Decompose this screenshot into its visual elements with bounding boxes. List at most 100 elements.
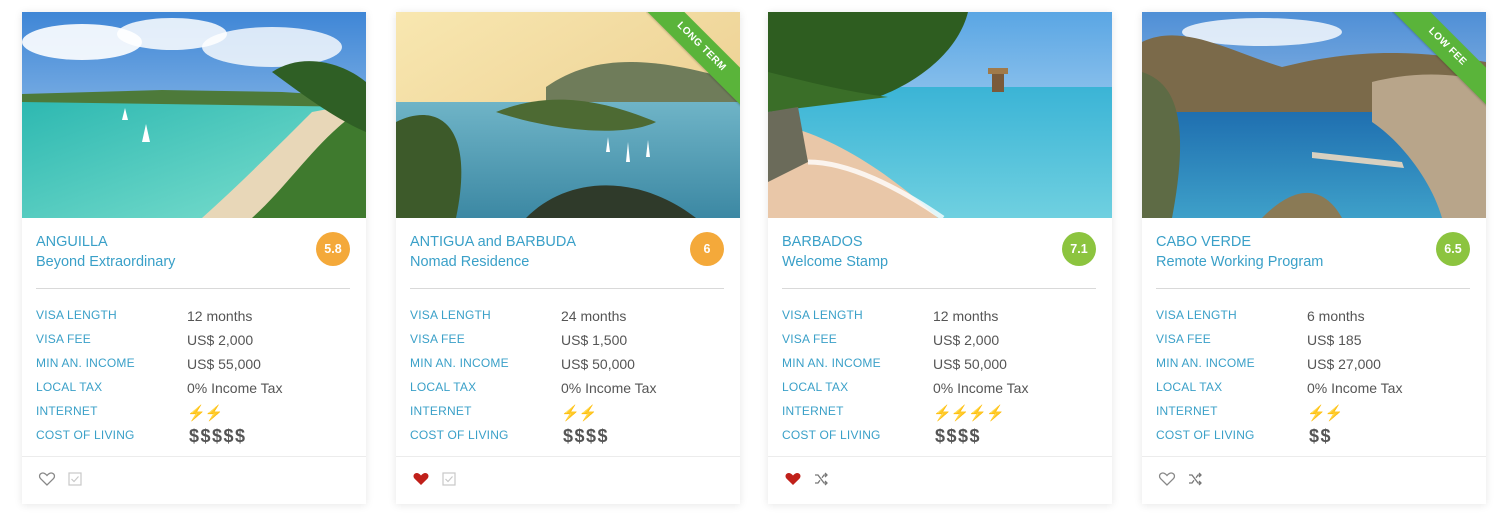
- internet-rating: ⚡⚡: [1307, 405, 1343, 422]
- ribbon: LOW FEE: [1392, 12, 1486, 108]
- country-card-barbados[interactable]: BARBADOS Welcome Stamp 7.1 VISA LENGTH 12…: [768, 12, 1112, 504]
- internet-row: INTERNET ⚡⚡: [1156, 402, 1476, 426]
- ribbon-label: LOW FEE: [1392, 12, 1486, 108]
- program-name[interactable]: Welcome Stamp: [782, 252, 1052, 272]
- internet-row: INTERNET ⚡⚡⚡⚡: [782, 402, 1102, 426]
- program-name[interactable]: Nomad Residence: [410, 252, 680, 272]
- cost-of-living-label: COST OF LIVING: [410, 428, 509, 442]
- heart-filled-icon[interactable]: [412, 470, 430, 488]
- heart-filled-icon[interactable]: [784, 470, 802, 488]
- local-tax-label: LOCAL TAX: [1156, 380, 1223, 394]
- local-tax-value: 0% Income Tax: [187, 380, 283, 396]
- cost-of-living-rating: $$: [1309, 426, 1333, 446]
- visa-length-label: VISA LENGTH: [36, 308, 117, 322]
- visa-length-value: 6 months: [1307, 308, 1365, 324]
- country-card-cabo-verde[interactable]: LOW FEE CABO VERDE Remote Working Progra…: [1142, 12, 1486, 504]
- internet-rating: ⚡⚡: [561, 405, 597, 422]
- internet-row: INTERNET ⚡⚡: [36, 402, 356, 426]
- internet-rating: ⚡⚡⚡⚡: [933, 405, 1005, 422]
- local-tax-label: LOCAL TAX: [410, 380, 477, 394]
- country-name[interactable]: BARBADOS: [782, 232, 1052, 252]
- min-income-label: MIN AN. INCOME: [1156, 356, 1255, 370]
- cost-of-living-rating: $$$$$: [189, 426, 247, 446]
- heart-outline-icon[interactable]: [38, 470, 56, 488]
- card-title-block[interactable]: ANTIGUA and BARBUDA Nomad Residence: [410, 232, 680, 272]
- score-badge: 6: [690, 232, 724, 266]
- heart-outline-icon[interactable]: [1158, 470, 1176, 488]
- local-tax-row: LOCAL TAX 0% Income Tax: [782, 378, 1102, 402]
- visa-length-row: VISA LENGTH 12 months: [782, 306, 1102, 330]
- internet-rating: ⚡⚡: [187, 405, 223, 422]
- divider: [1156, 288, 1470, 289]
- visa-fee-value: US$ 185: [1307, 332, 1362, 348]
- min-income-value: US$ 55,000: [187, 356, 261, 372]
- cost-of-living-label: COST OF LIVING: [1156, 428, 1255, 442]
- divider: [782, 288, 1096, 289]
- visa-details: VISA LENGTH 6 months VISA FEE US$ 185 MIN …: [1156, 306, 1476, 450]
- cost-of-living-row: COST OF LIVING $$$$: [410, 426, 730, 450]
- card-title-block[interactable]: ANGUILLA Beyond Extraordinary: [36, 232, 306, 272]
- country-card-antigua-and-barbuda[interactable]: LONG TERM ANTIGUA and BARBUDA Nomad Resi…: [396, 12, 740, 504]
- visa-fee-value: US$ 2,000: [933, 332, 1000, 348]
- min-income-value: US$ 27,000: [1307, 356, 1381, 372]
- cost-of-living-row: COST OF LIVING $$$$$: [36, 426, 356, 450]
- cost-of-living-label: COST OF LIVING: [782, 428, 881, 442]
- checkbox-icon[interactable]: [66, 470, 84, 488]
- internet-label: INTERNET: [36, 404, 98, 418]
- footer-divider: [396, 456, 740, 457]
- local-tax-label: LOCAL TAX: [782, 380, 849, 394]
- program-name[interactable]: Remote Working Program: [1156, 252, 1426, 272]
- country-card-anguilla[interactable]: ANGUILLA Beyond Extraordinary 5.8 VISA L…: [22, 12, 366, 504]
- cost-of-living-row: COST OF LIVING $$: [1156, 426, 1476, 450]
- visa-fee-row: VISA FEE US$ 2,000: [782, 330, 1102, 354]
- checkbox-icon[interactable]: [440, 470, 458, 488]
- country-photo[interactable]: [22, 12, 366, 218]
- country-name[interactable]: ANGUILLA: [36, 232, 306, 252]
- cost-of-living-rating: $$$$: [935, 426, 982, 446]
- visa-fee-value: US$ 2,000: [187, 332, 254, 348]
- local-tax-value: 0% Income Tax: [561, 380, 657, 396]
- cost-of-living-label: COST OF LIVING: [36, 428, 135, 442]
- visa-fee-label: VISA FEE: [1156, 332, 1211, 346]
- card-title-block[interactable]: CABO VERDE Remote Working Program: [1156, 232, 1426, 272]
- visa-length-row: VISA LENGTH 24 months: [410, 306, 730, 330]
- min-income-row: MIN AN. INCOME US$ 27,000: [1156, 354, 1476, 378]
- min-income-value: US$ 50,000: [561, 356, 635, 372]
- program-name[interactable]: Beyond Extraordinary: [36, 252, 306, 272]
- local-tax-row: LOCAL TAX 0% Income Tax: [410, 378, 730, 402]
- visa-length-label: VISA LENGTH: [1156, 308, 1237, 322]
- internet-label: INTERNET: [410, 404, 472, 418]
- visa-length-row: VISA LENGTH 12 months: [36, 306, 356, 330]
- visa-fee-label: VISA FEE: [410, 332, 465, 346]
- visa-fee-label: VISA FEE: [782, 332, 837, 346]
- footer-divider: [768, 456, 1112, 457]
- min-income-row: MIN AN. INCOME US$ 50,000: [782, 354, 1102, 378]
- min-income-row: MIN AN. INCOME US$ 50,000: [410, 354, 730, 378]
- local-tax-row: LOCAL TAX 0% Income Tax: [36, 378, 356, 402]
- ribbon-label: LONG TERM: [646, 12, 740, 108]
- card-title-block[interactable]: BARBADOS Welcome Stamp: [782, 232, 1052, 272]
- visa-details: VISA LENGTH 12 months VISA FEE US$ 2,000 M…: [36, 306, 356, 450]
- shuffle-icon[interactable]: [812, 470, 830, 488]
- footer-divider: [1142, 456, 1486, 457]
- local-tax-value: 0% Income Tax: [933, 380, 1029, 396]
- visa-fee-row: VISA FEE US$ 2,000: [36, 330, 356, 354]
- shuffle-icon[interactable]: [1186, 470, 1204, 488]
- internet-label: INTERNET: [782, 404, 844, 418]
- country-name[interactable]: ANTIGUA and BARBUDA: [410, 232, 680, 252]
- min-income-label: MIN AN. INCOME: [36, 356, 135, 370]
- visa-details: VISA LENGTH 24 months VISA FEE US$ 1,500 M…: [410, 306, 730, 450]
- divider: [36, 288, 350, 289]
- min-income-label: MIN AN. INCOME: [782, 356, 881, 370]
- visa-length-label: VISA LENGTH: [410, 308, 491, 322]
- country-photo[interactable]: [768, 12, 1112, 218]
- ribbon: LONG TERM: [646, 12, 740, 108]
- visa-fee-row: VISA FEE US$ 185: [1156, 330, 1476, 354]
- score-badge: 7.1: [1062, 232, 1096, 266]
- country-name[interactable]: CABO VERDE: [1156, 232, 1426, 252]
- score-badge: 5.8: [316, 232, 350, 266]
- visa-length-value: 12 months: [187, 308, 253, 324]
- internet-label: INTERNET: [1156, 404, 1218, 418]
- visa-fee-value: US$ 1,500: [561, 332, 628, 348]
- visa-length-value: 24 months: [561, 308, 627, 324]
